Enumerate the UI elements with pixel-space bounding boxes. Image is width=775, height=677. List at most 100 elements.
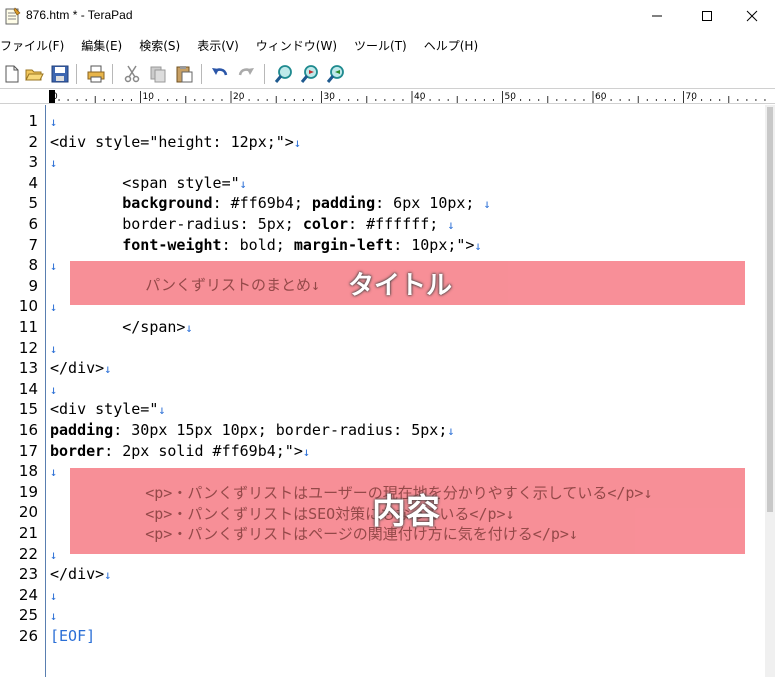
line-number: 25 — [18, 606, 38, 625]
title-bar: 876.htm * - TeraPad — [0, 0, 775, 32]
open-folder-icon[interactable] — [24, 64, 44, 84]
content-line-2: <p>・パンくずリストはSEO対策にもなっている</p>↓ — [73, 504, 515, 523]
css-property-token: color — [302, 215, 349, 233]
line-number: 15 — [18, 400, 38, 419]
line-break-mark: ↓ — [185, 321, 193, 335]
ruler-label: 40 — [414, 92, 426, 102]
undo-icon[interactable] — [210, 64, 230, 84]
editor-line[interactable]: 11 </span>↓ — [0, 316, 765, 337]
line-number: 17 — [18, 441, 38, 460]
line-code: [EOF] — [50, 627, 95, 645]
maximize-button[interactable] — [684, 0, 730, 32]
line-number: 21 — [18, 524, 38, 542]
paste-icon[interactable] — [174, 64, 194, 84]
line-break-mark: ↓ — [447, 218, 455, 232]
line-number: 16 — [18, 421, 38, 439]
copy-icon[interactable] — [148, 64, 168, 84]
ruler-label: 10 — [143, 92, 155, 102]
editor-line[interactable]: 24 ↓ — [0, 584, 765, 605]
line-break-mark: ↓ — [50, 341, 58, 356]
line-code: <span style="↓ — [50, 174, 247, 192]
editor-line[interactable]: 5 background: #ff69b4; padding: 6px 10px… — [0, 192, 765, 213]
text-editor[interactable]: 1 ↓ 2 <div style="height: 12px;">↓ 3 ↓ 4 <span… — [0, 105, 765, 677]
line-code: font-weight: bold; margin-left: 10px;">↓ — [50, 235, 482, 254]
ruler-label: 60 — [595, 92, 607, 102]
ruler-label: 20 — [233, 92, 245, 102]
menu-edit[interactable]: 編集(E) — [81, 33, 130, 55]
editor-line[interactable]: 12 ↓ — [0, 337, 765, 358]
menu-search[interactable]: 検索(S) — [139, 33, 188, 55]
editor-line[interactable]: 7 font-weight: bold; margin-left: 10px;"… — [0, 234, 765, 255]
ruler-cursor-marker — [49, 90, 55, 103]
line-number: 22 — [18, 544, 38, 563]
code-token: <div style=" — [50, 400, 159, 419]
css-property-token: font-weight — [122, 235, 222, 254]
editor-line[interactable]: 23 </div>↓ — [0, 563, 765, 584]
find-next-icon[interactable] — [300, 64, 320, 84]
save-icon[interactable] — [50, 64, 70, 84]
line-code: ↓ — [50, 256, 57, 274]
line-number: 11 — [18, 318, 38, 336]
editor-line[interactable]: 15 <div style="↓ — [0, 398, 765, 419]
scrollbar-thumb[interactable] — [767, 107, 773, 512]
print-icon[interactable] — [86, 64, 106, 84]
line-code: background: #ff69b4; padding: 6px 10px; … — [50, 194, 490, 213]
content-line-1: <p>・パンくずリストはユーザーの現在地を分かりやすく示している</p>↓ — [73, 484, 653, 502]
minimize-button[interactable] — [634, 0, 680, 32]
editor-line[interactable]: 4 <span style="↓ — [0, 172, 765, 193]
editor-line[interactable]: 1 ↓ — [0, 110, 765, 131]
code-token: <div style="height: 12px;"> — [50, 132, 294, 151]
find-icon[interactable] — [274, 64, 294, 84]
line-code: ↓ — [50, 112, 57, 130]
line-code: ↓ — [50, 297, 57, 315]
redo-icon[interactable] — [236, 64, 256, 84]
editor-line[interactable]: 2 <div style="height: 12px;">↓ — [0, 131, 765, 152]
menu-tools[interactable]: ツール(T) — [354, 33, 415, 55]
line-break-mark: ↓ — [50, 588, 58, 603]
editor-line[interactable]: 3 ↓ — [0, 151, 765, 172]
css-property-token: border — [50, 441, 105, 460]
menu-bar: ファイル(F) 編集(E) 検索(S) 表示(V) ウィンドウ(W) ツール(T… — [0, 33, 775, 55]
cut-icon[interactable] — [122, 64, 142, 84]
editor-line[interactable]: 25 ↓ — [0, 604, 765, 625]
content-line-3: <p>・パンくずリストはページの関連付け方に気を付ける</p>↓ — [73, 525, 578, 544]
line-code: ↓ — [50, 153, 57, 171]
editor-line[interactable]: 6 border-radius: 5px; color: #ffffff; ↓ — [0, 213, 765, 234]
close-button[interactable] — [729, 0, 775, 32]
line-code: ↓ — [50, 606, 57, 624]
line-number: 19 — [18, 482, 38, 501]
toolbar — [0, 58, 775, 88]
content-highlight-box: <p>・パンくずリストはユーザーの現在地を分かりやすく示している</p>↓ <p… — [70, 468, 745, 554]
editor-line[interactable]: 14 ↓ — [0, 378, 765, 399]
line-number: 14 — [18, 379, 38, 398]
line-number: 2 — [28, 132, 38, 151]
line-code: </div>↓ — [50, 359, 111, 377]
editor-line[interactable]: 17 border: 2px solid #ff69b4;">↓ — [0, 440, 765, 461]
line-code: ↓ — [50, 339, 57, 357]
line-number: 7 — [28, 235, 38, 254]
ruler-ticks: 010203040506070 — [49, 90, 766, 103]
new-file-icon[interactable] — [2, 64, 22, 84]
notepad-icon — [5, 7, 21, 25]
line-break-mark: ↓ — [50, 115, 58, 129]
editor-line[interactable]: 13 </div>↓ — [0, 357, 765, 378]
menu-view[interactable]: 表示(V) — [197, 33, 247, 55]
editor-line[interactable]: 26 [EOF] — [0, 625, 765, 646]
line-code: <div style="height: 12px;">↓ — [50, 133, 301, 151]
menu-window[interactable]: ウィンドウ(W) — [256, 33, 345, 55]
menu-help[interactable]: ヘルプ(H) — [424, 33, 486, 55]
line-number: 10 — [18, 297, 38, 316]
code-token: : 30px 15px 10px; border-radius: 5px; — [113, 421, 448, 439]
line-number: 12 — [18, 338, 38, 357]
find-previous-icon[interactable] — [326, 64, 346, 84]
vertical-scrollbar[interactable] — [765, 105, 775, 677]
code-token: : 6px 10px; — [375, 194, 484, 213]
line-number: 6 — [28, 215, 38, 233]
editor-line[interactable]: 16 padding: 30px 15px 10px; border-radius… — [0, 419, 765, 440]
line-break-mark: ↓ — [474, 238, 482, 253]
menu-file[interactable]: ファイル(F) — [0, 33, 72, 55]
line-number: 23 — [18, 565, 38, 584]
line-code: </div>↓ — [50, 565, 111, 583]
